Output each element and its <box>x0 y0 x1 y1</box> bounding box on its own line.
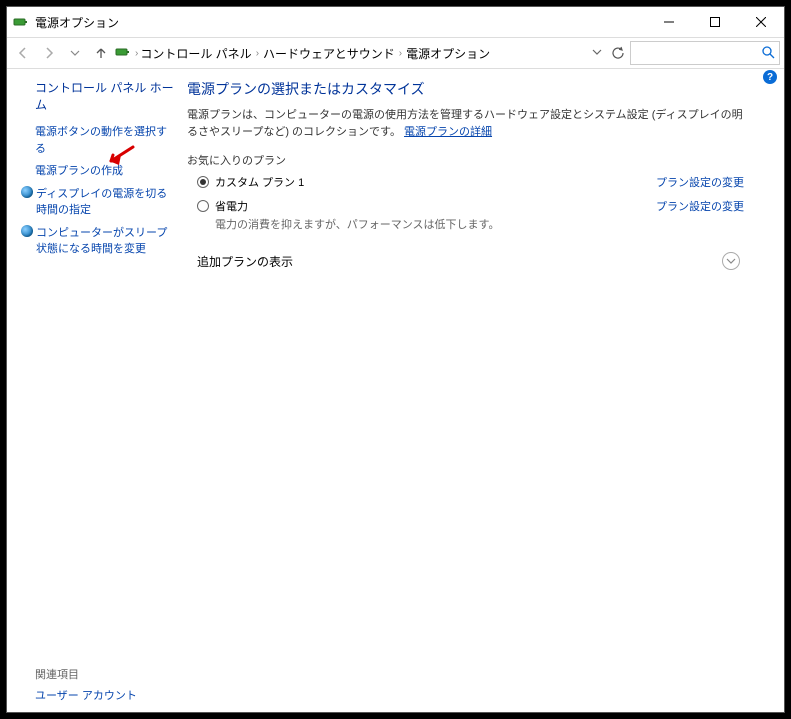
bullet-icon <box>21 225 33 237</box>
change-plan-settings-link[interactable]: プラン設定の変更 <box>656 198 744 214</box>
nav-up-button[interactable] <box>89 41 113 65</box>
titlebar: 電源オプション <box>7 7 784 37</box>
plan-row: 省電力 電力の消費を抑えますが、パフォーマンスは低下します。 プラン設定の変更 <box>187 198 744 232</box>
control-panel-home-link[interactable]: コントロール パネル ホーム <box>35 79 177 113</box>
search-icon <box>761 45 775 62</box>
breadcrumb: コントロール パネル › ハードウェアとサウンド › 電源オプション <box>140 45 590 62</box>
refresh-button[interactable] <box>608 43 628 63</box>
nav-back-button[interactable] <box>11 41 35 65</box>
sidebar-link-user-accounts[interactable]: ユーザー アカウント <box>35 690 137 702</box>
plan-details-link[interactable]: 電源プランの詳細 <box>404 126 492 138</box>
chevron-right-icon[interactable]: › <box>135 48 138 59</box>
chevron-right-icon: › <box>256 48 259 59</box>
body-area: コントロール パネル ホーム 電源ボタンの動作を選択する 電源プランの作成 ディ… <box>7 69 784 712</box>
breadcrumb-item[interactable]: ハードウェアとサウンド <box>263 45 395 62</box>
favorite-plans-label: お気に入りのプラン <box>187 152 744 168</box>
plan-radio[interactable] <box>197 176 209 188</box>
plan-row: カスタム プラン 1 プラン設定の変更 <box>187 174 744 190</box>
sidebar-link-sleep[interactable]: コンピューターがスリープ状態になる時間を変更 <box>36 225 177 258</box>
sidebar-link-create-plan[interactable]: 電源プランの作成 <box>35 163 177 180</box>
additional-plans-row[interactable]: 追加プランの表示 <box>187 252 744 270</box>
navbar: › コントロール パネル › ハードウェアとサウンド › 電源オプション <box>7 37 784 69</box>
chevron-down-icon[interactable] <box>722 252 740 270</box>
plan-radio[interactable] <box>197 200 209 212</box>
battery-icon <box>13 14 29 30</box>
plan-name[interactable]: カスタム プラン 1 <box>215 174 304 190</box>
plan-name[interactable]: 省電力 <box>215 198 499 214</box>
page-title: 電源プランの選択またはカスタマイズ <box>187 79 744 99</box>
related-items-title: 関連項目 <box>35 666 177 682</box>
window-title: 電源オプション <box>35 14 646 31</box>
nav-recent-button[interactable] <box>63 41 87 65</box>
minimize-button[interactable] <box>646 7 692 37</box>
address-bar-end <box>592 43 628 63</box>
window-controls <box>646 7 784 37</box>
sidebar-link-display-off[interactable]: ディスプレイの電源を切る時間の指定 <box>36 186 177 219</box>
close-button[interactable] <box>738 7 784 37</box>
main-content: 電源プランの選択またはカスタマイズ 電源プランは、コンピューターの電源の使用方法… <box>177 69 784 712</box>
search-input[interactable] <box>630 41 780 65</box>
breadcrumb-item[interactable]: 電源オプション <box>406 45 490 62</box>
plan-description: 電力の消費を抑えますが、パフォーマンスは低下します。 <box>215 216 499 232</box>
maximize-button[interactable] <box>692 7 738 37</box>
change-plan-settings-link[interactable]: プラン設定の変更 <box>656 174 744 190</box>
control-panel-window: 電源オプション › コントロール パネル › ハードウェアとサウンド › 電源オ… <box>6 6 785 713</box>
arrow-annotation <box>107 145 135 170</box>
bullet-icon <box>21 186 33 198</box>
additional-plans-label: 追加プランの表示 <box>197 253 293 270</box>
breadcrumb-item[interactable]: コントロール パネル <box>140 45 251 62</box>
page-description: 電源プランは、コンピューターの電源の使用方法を管理するハードウェア設定とシステム… <box>187 107 744 140</box>
chevron-down-icon[interactable] <box>592 47 602 60</box>
nav-forward-button[interactable] <box>37 41 61 65</box>
sidebar-link-power-button[interactable]: 電源ボタンの動作を選択する <box>35 124 177 157</box>
battery-icon <box>115 44 133 62</box>
chevron-right-icon: › <box>399 48 402 59</box>
sidebar-bottom: 関連項目 ユーザー アカウント <box>35 666 177 705</box>
sidebar: コントロール パネル ホーム 電源ボタンの動作を選択する 電源プランの作成 ディ… <box>7 69 177 712</box>
